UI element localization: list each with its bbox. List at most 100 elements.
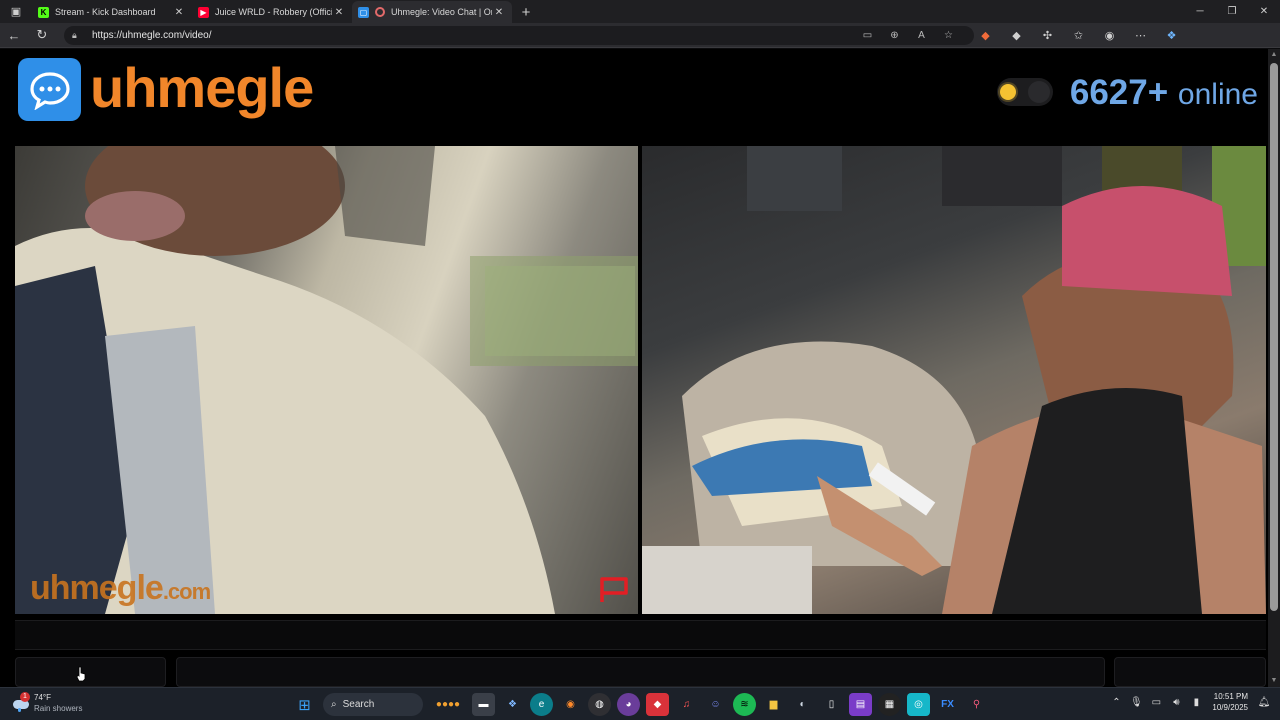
skip-button[interactable] bbox=[15, 657, 166, 687]
extensions-puzzle-icon[interactable]: ✣ bbox=[1032, 29, 1063, 42]
close-tab-icon[interactable]: ✕ bbox=[332, 7, 346, 18]
file-explorer-icon[interactable]: ▆ bbox=[762, 693, 785, 716]
obs-icon[interactable]: ◍ bbox=[588, 693, 611, 716]
scroll-thumb[interactable] bbox=[1270, 63, 1278, 611]
notification-bell-icon[interactable]: 🔔︎ bbox=[1254, 697, 1274, 708]
stranger-video: uhmegle.com bbox=[15, 146, 638, 614]
scroll-down-icon[interactable]: ▼ bbox=[1268, 675, 1280, 687]
copilot-icon[interactable]: ❖ bbox=[1156, 29, 1187, 42]
tab-title: Stream - Kick Dashboard bbox=[55, 7, 156, 17]
uhmegle-favicon-icon: ▢ bbox=[358, 6, 369, 18]
report-flag-icon[interactable] bbox=[598, 576, 630, 604]
windows-start-icon[interactable]: ⊞ bbox=[293, 693, 316, 716]
extension-fox-icon[interactable]: ◆ bbox=[970, 29, 1001, 42]
media-app-icon[interactable]: ▦ bbox=[878, 693, 901, 716]
taskbar-apps: ⊞ ⌕ Search ●●●● ▬ ❖ e ◉ ◍ ◕ ◆ ♫ ☺ ≋ ▆ ◐ … bbox=[290, 693, 991, 716]
maps-pin-icon[interactable]: ⚲ bbox=[965, 693, 988, 716]
send-button[interactable] bbox=[1114, 657, 1266, 687]
address-bar-actions: ▭ ⊕ A ☆ bbox=[854, 30, 962, 41]
chat-bubble-logo-icon[interactable] bbox=[18, 58, 81, 121]
notepad-icon[interactable]: ▯ bbox=[820, 693, 843, 716]
uhmegle-watermark: uhmegle.com bbox=[30, 569, 211, 608]
hand-cursor-icon bbox=[76, 666, 86, 682]
close-tab-icon[interactable]: ✕ bbox=[172, 7, 186, 18]
kick-favicon-icon: K bbox=[38, 6, 49, 18]
network-icon[interactable]: ▭ bbox=[1146, 697, 1166, 708]
tab-youtube-robbery[interactable]: ▶ Juice WRLD - Robbery (Official M ✕ bbox=[192, 1, 352, 23]
theme-toggle[interactable] bbox=[997, 78, 1053, 106]
windows-taskbar: 1 74°F Rain showers ⊞ ⌕ Search ●●●● ▬ ❖ … bbox=[0, 687, 1280, 720]
extension-diamond-icon[interactable]: ◆ bbox=[1001, 29, 1032, 42]
site-logo-text[interactable]: uhmegle bbox=[90, 56, 314, 120]
clock-time: 10:51 PM bbox=[1213, 692, 1248, 701]
search-icon: ⌕ bbox=[331, 699, 337, 710]
copilot-app-icon[interactable]: ❖ bbox=[501, 693, 524, 716]
volume-icon[interactable]: 🔊︎ bbox=[1166, 697, 1186, 708]
new-tab-button[interactable]: + bbox=[512, 1, 540, 23]
teal-app-icon[interactable]: ◎ bbox=[907, 693, 930, 716]
watermark-suffix: .com bbox=[162, 579, 211, 604]
video-editor-icon[interactable]: ▤ bbox=[849, 693, 872, 716]
microphone-icon[interactable]: 🎙︎ bbox=[1126, 697, 1146, 708]
scroll-up-icon[interactable]: ▲ bbox=[1268, 49, 1280, 61]
clock-date: 10/9/2025 bbox=[1212, 703, 1248, 712]
chevron-up-icon[interactable]: ⌃ bbox=[1106, 697, 1126, 708]
clock[interactable]: 10:51 PM 10/9/2025 bbox=[1212, 691, 1248, 713]
task-view-icon[interactable]: ▬ bbox=[472, 693, 495, 716]
itunes-icon[interactable]: ♫ bbox=[675, 693, 698, 716]
online-label: online bbox=[1177, 78, 1258, 111]
address-bar[interactable]: 🔒︎ https://uhmegle.com/video/ bbox=[64, 25, 974, 45]
toggle-knob bbox=[1028, 81, 1050, 103]
discord-icon[interactable]: ☺ bbox=[704, 693, 727, 716]
watermark-main: uhmegle bbox=[30, 569, 164, 607]
page-scrollbar[interactable]: ▲ ▼ bbox=[1268, 49, 1280, 687]
favorite-star-icon[interactable]: ☆ bbox=[935, 30, 962, 41]
system-tray: ⌃ 🎙︎ ▭ 🔊︎ ▮ 10:51 PM 10/9/2025 🔔︎ bbox=[1106, 691, 1274, 713]
app-purple-icon[interactable]: ◕ bbox=[617, 693, 640, 716]
tab-kick-dashboard[interactable]: K Stream - Kick Dashboard ✕ bbox=[32, 1, 192, 23]
site-info-icon[interactable]: 🔒︎ bbox=[72, 30, 86, 41]
weather-temp: 74°F bbox=[34, 693, 51, 702]
fx-app-icon[interactable]: FX bbox=[936, 693, 959, 716]
search-placeholder: Search bbox=[342, 699, 375, 710]
extensions-toolbar: ◆ ◆ ✣ ✩ ◉ ⋯ ❖ bbox=[970, 29, 1187, 42]
back-icon[interactable]: ← bbox=[0, 24, 28, 46]
minimize-icon[interactable]: ─ bbox=[1184, 0, 1216, 23]
profile-avatar-icon[interactable]: ◉ bbox=[1094, 29, 1125, 42]
edge-browser-icon[interactable]: e bbox=[530, 693, 553, 716]
battery-icon[interactable]: ▮ bbox=[1186, 697, 1206, 708]
chat-input[interactable] bbox=[176, 657, 1105, 687]
tab-actions-icon[interactable]: ▣ bbox=[0, 0, 32, 23]
self-video bbox=[642, 146, 1266, 614]
self-video-frame bbox=[642, 146, 1266, 614]
taskbar-search[interactable]: ⌕ Search bbox=[323, 693, 423, 716]
refresh-icon[interactable]: ↻ bbox=[28, 24, 56, 46]
window-controls: ─ ❐ ✕ bbox=[1184, 0, 1280, 23]
settings-more-icon[interactable]: ⋯ bbox=[1125, 29, 1156, 42]
camera-in-use-icon[interactable]: ▭ bbox=[854, 30, 881, 41]
tab-title: Juice WRLD - Robbery (Official M bbox=[215, 7, 332, 17]
page-content: uhmegle 6627+ online uhmegle.com bbox=[0, 49, 1268, 687]
restore-icon[interactable]: ❐ bbox=[1216, 0, 1248, 23]
weather-widget[interactable]: 1 74°F Rain showers bbox=[12, 692, 82, 714]
weather-condition: Rain showers bbox=[34, 704, 83, 713]
weather-badge: 1 bbox=[20, 692, 30, 702]
read-aloud-icon[interactable]: A bbox=[908, 30, 935, 41]
spotify-icon[interactable]: ≋ bbox=[733, 693, 756, 716]
steam-icon[interactable]: ◐ bbox=[791, 693, 814, 716]
widgets-people-icon[interactable]: ●●●● bbox=[430, 693, 466, 716]
tab-title: Uhmegle: Video Chat | Ome bbox=[391, 7, 492, 17]
rain-cloud-icon: 1 bbox=[12, 692, 30, 712]
app-red-icon[interactable]: ◆ bbox=[646, 693, 669, 716]
close-tab-icon[interactable]: ✕ bbox=[492, 7, 506, 18]
browser-toolbar: ← ↻ 🔒︎ https://uhmegle.com/video/ ▭ ⊕ A … bbox=[0, 23, 1280, 48]
url-text: https://uhmegle.com/video/ bbox=[92, 29, 212, 41]
chat-message-area[interactable] bbox=[15, 620, 1266, 650]
favorites-icon[interactable]: ✩ bbox=[1063, 29, 1094, 42]
firefox-icon[interactable]: ◉ bbox=[559, 693, 582, 716]
close-window-icon[interactable]: ✕ bbox=[1248, 0, 1280, 23]
zoom-icon[interactable]: ⊕ bbox=[881, 30, 908, 41]
tab-uhmegle[interactable]: ▢ Uhmegle: Video Chat | Ome ✕ bbox=[352, 1, 512, 23]
site-header: uhmegle 6627+ online bbox=[0, 49, 1268, 135]
stranger-video-frame bbox=[15, 146, 638, 614]
